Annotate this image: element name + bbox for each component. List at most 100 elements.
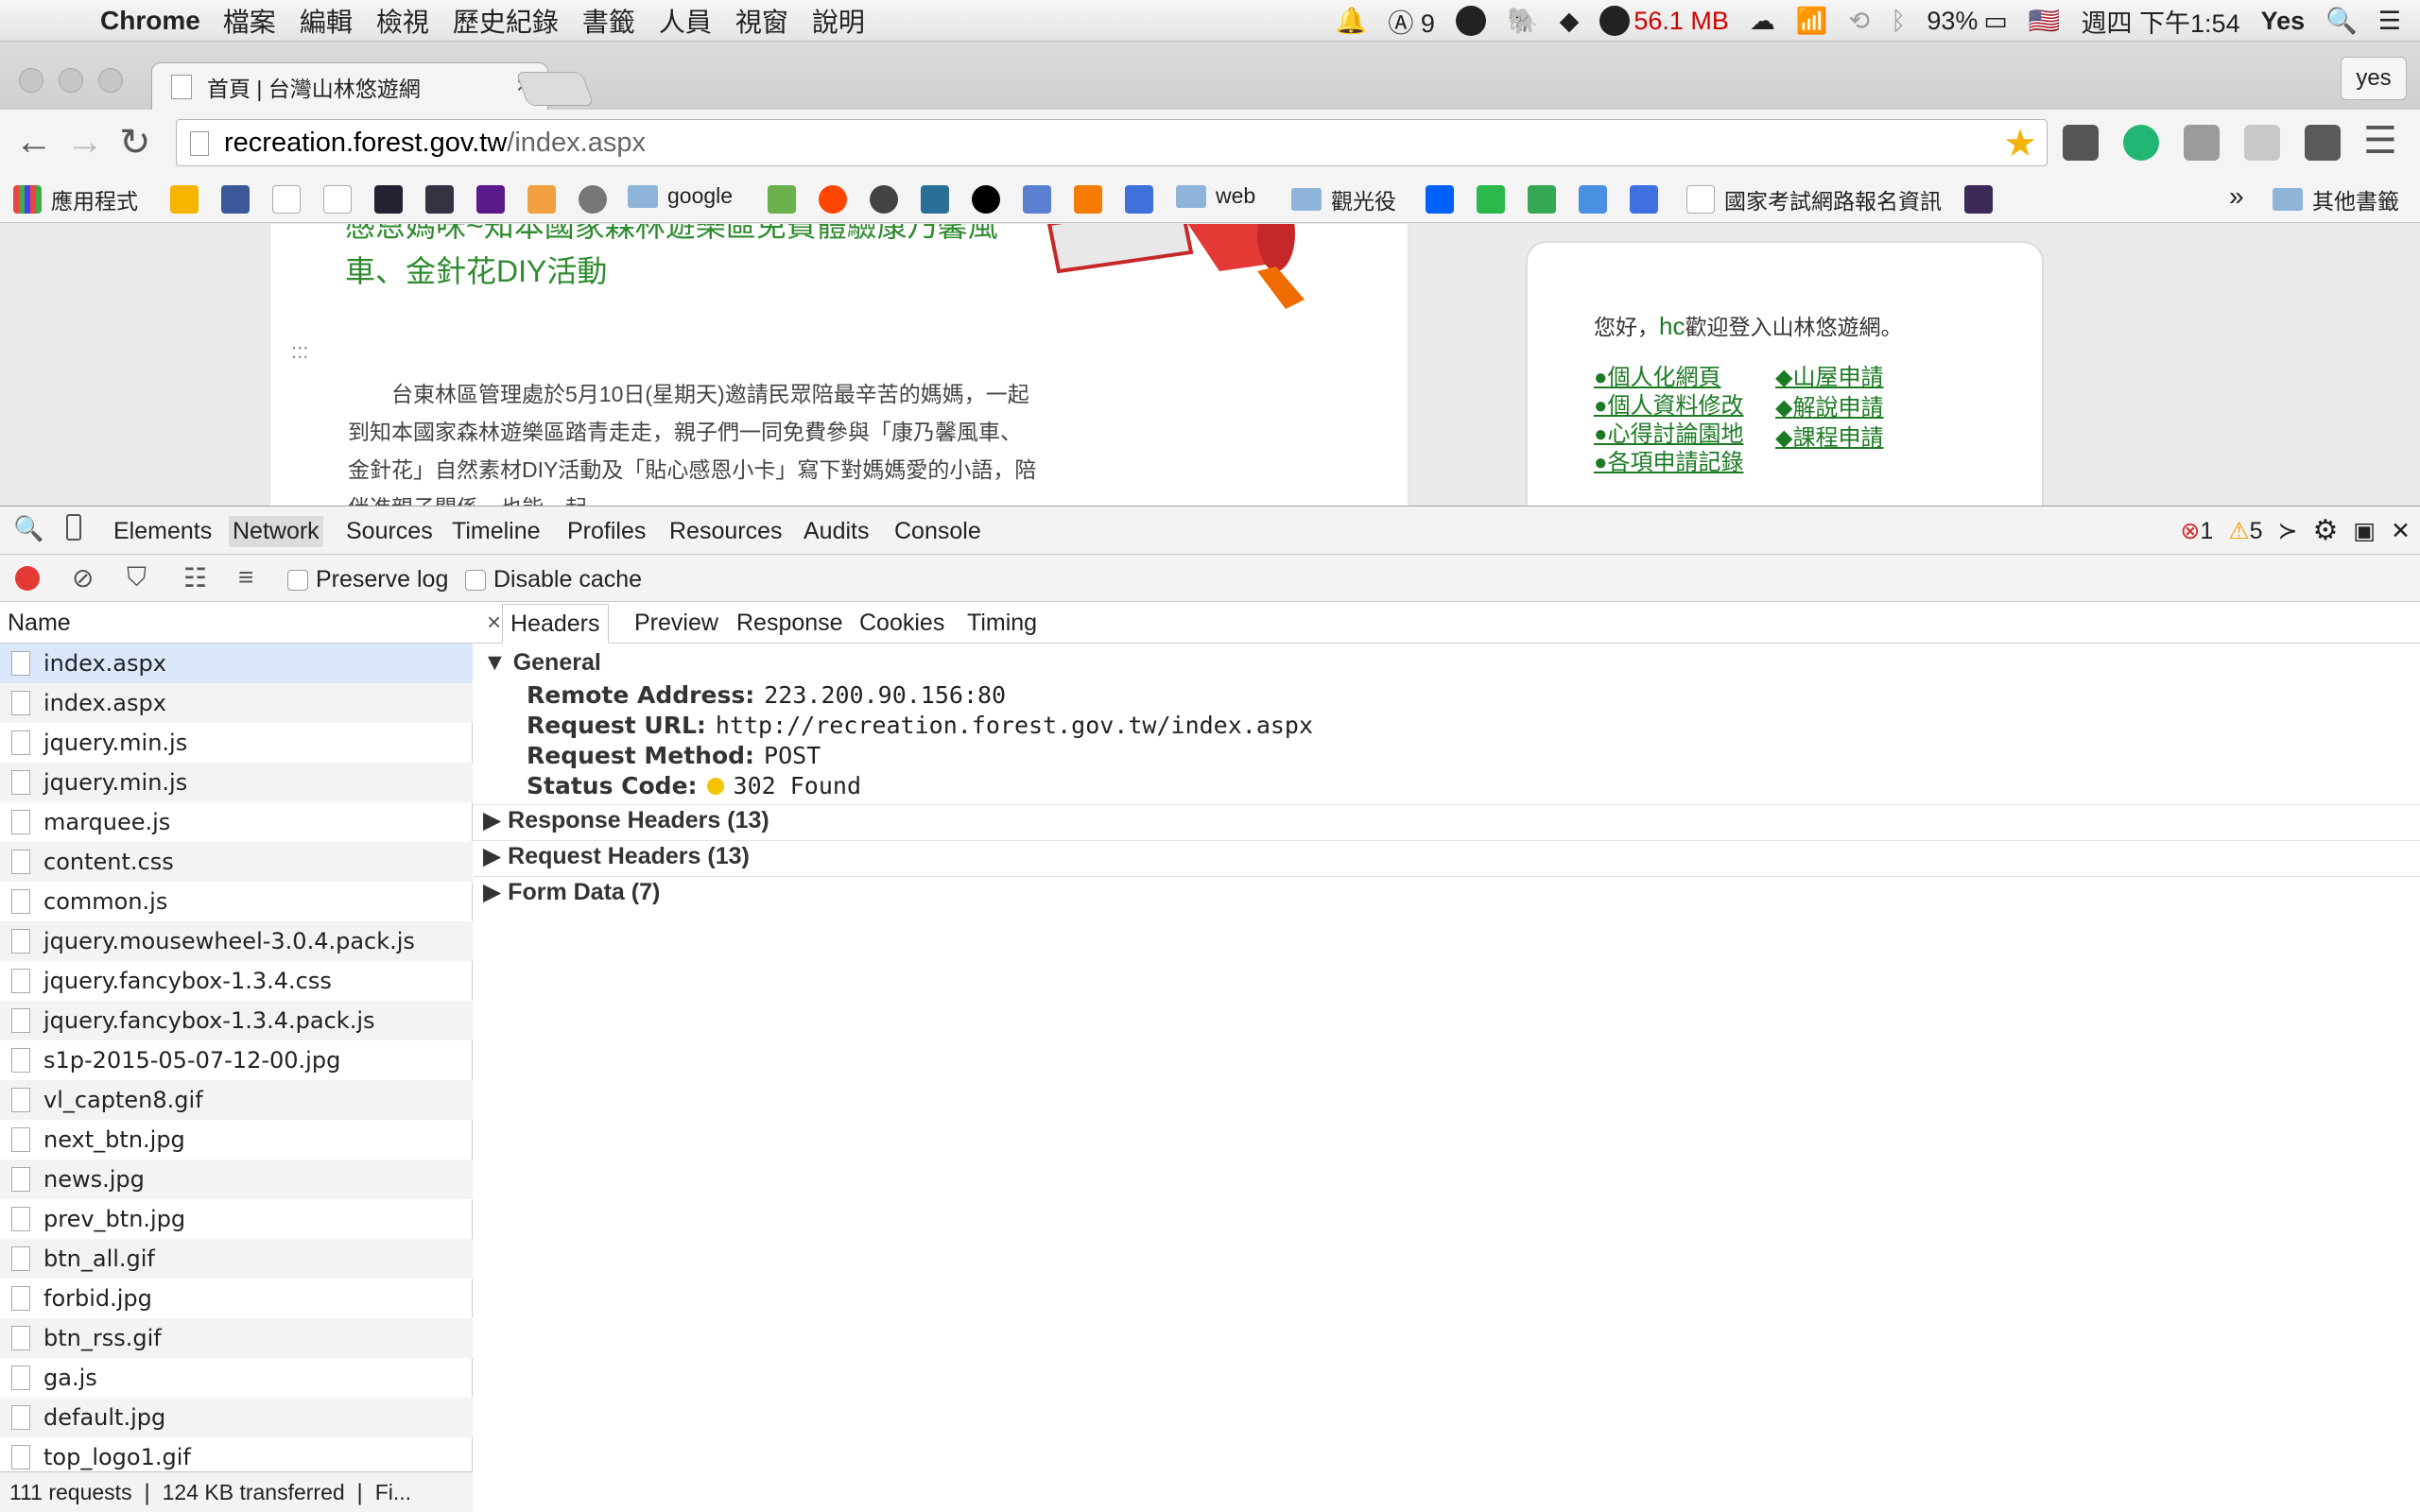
request-row[interactable]: index.aspx — [0, 644, 473, 683]
notification-center-icon[interactable]: ☰ — [2378, 7, 2401, 36]
menu-view[interactable]: 檢視 — [376, 2, 429, 40]
menu-window[interactable]: 視窗 — [735, 2, 788, 40]
clock[interactable]: 週四 下午1:54 — [2082, 3, 2240, 40]
request-row[interactable]: news.jpg — [0, 1160, 473, 1199]
facebook-icon[interactable] — [221, 185, 250, 214]
close-devtools-icon[interactable]: ✕ — [2391, 517, 2411, 545]
inspect-search-icon[interactable]: 🔍 — [13, 514, 43, 543]
tab-timeline[interactable]: Timeline — [448, 516, 544, 547]
bookmark-box-icon[interactable] — [170, 185, 199, 214]
request-row[interactable]: s1p-2015-05-07-12-00.jpg — [0, 1040, 473, 1080]
checkbox-box[interactable] — [465, 569, 486, 591]
memory-monitor-icon[interactable] — [1599, 6, 1631, 36]
menu-help[interactable]: 說明 — [812, 2, 865, 40]
warning-count[interactable]: ⚠5 — [2228, 517, 2262, 545]
preserve-log-checkbox[interactable]: Preserve log — [287, 566, 448, 593]
battery-icon[interactable]: ▭ — [1983, 7, 2008, 36]
zoom-window-button[interactable] — [98, 68, 123, 93]
settings-gear-icon[interactable]: ⚙ — [2313, 514, 2339, 547]
back-button[interactable]: ← — [15, 121, 53, 163]
app-circle-icon[interactable] — [1455, 6, 1486, 36]
feedly-icon[interactable] — [1477, 185, 1505, 214]
bookmark-star-icon[interactable]: ★ — [2003, 122, 2037, 165]
general-section-header[interactable]: ▼ General — [483, 649, 601, 677]
link-guide-application[interactable]: ◆解說申請 — [1775, 388, 1883, 421]
request-row[interactable]: forbid.jpg — [0, 1279, 473, 1318]
drawer-toggle-icon[interactable]: ≻ — [2278, 517, 2298, 545]
close-window-button[interactable] — [19, 68, 43, 93]
page-bookmark-icon[interactable] — [272, 185, 301, 214]
yahoo-icon[interactable] — [476, 185, 505, 214]
menu-edit[interactable]: 編輯 — [300, 2, 353, 40]
response-headers-section[interactable]: ▶ Response Headers (13) — [483, 806, 769, 834]
overview-icon[interactable]: ≡ — [238, 562, 253, 593]
bookmark-other[interactable]: 其他書籤 — [2273, 183, 2399, 215]
error-count[interactable]: ⊗1 — [2180, 517, 2213, 545]
evernote-extension-icon[interactable] — [2063, 125, 2099, 161]
grammarly-extension-icon[interactable] — [2123, 125, 2159, 161]
dropbox-icon[interactable]: ◆ — [1560, 7, 1580, 36]
menu-history[interactable]: 歷史紀錄 — [453, 2, 559, 40]
request-row[interactable]: default.jpg — [0, 1398, 473, 1437]
shield-extension-icon[interactable] — [2244, 125, 2280, 161]
request-row[interactable]: jquery.min.js — [0, 763, 473, 802]
forward-button[interactable]: → — [66, 121, 104, 163]
tab-resources[interactable]: Resources — [666, 516, 786, 547]
tab-sources[interactable]: Sources — [342, 516, 437, 547]
tab-profiles[interactable]: Profiles — [563, 516, 649, 547]
stats-icon[interactable] — [921, 185, 949, 214]
reddit-icon[interactable] — [819, 185, 847, 214]
tab-timing[interactable]: Timing — [967, 610, 1037, 637]
request-row[interactable]: content.css — [0, 842, 473, 882]
request-row[interactable]: ga.js — [0, 1358, 473, 1398]
az-icon[interactable] — [1125, 185, 1153, 214]
dock-side-icon[interactable]: ▣ — [2353, 517, 2376, 545]
wifi-icon[interactable]: 📶 — [1796, 6, 1828, 36]
yt-mp3-icon[interactable] — [1023, 185, 1051, 214]
tab-network[interactable]: Network — [229, 516, 323, 547]
disable-cache-checkbox[interactable]: Disable cache — [465, 566, 642, 593]
bookmark-web[interactable]: web — [1176, 183, 1255, 209]
frog-icon[interactable] — [768, 185, 796, 214]
record-icon[interactable] — [15, 566, 40, 591]
bluetooth-icon[interactable]: ᛒ — [1891, 7, 1906, 36]
menu-people[interactable]: 人員 — [659, 2, 712, 40]
github-icon[interactable] — [972, 185, 1000, 214]
spotlight-icon[interactable]: 🔍 — [2325, 6, 2358, 36]
request-row[interactable]: prev_btn.jpg — [0, 1199, 473, 1239]
face-icon[interactable] — [579, 185, 607, 214]
close-detail-icon[interactable]: × — [487, 608, 501, 637]
cloud-icon[interactable]: ☁ — [1750, 7, 1775, 36]
browser-tab[interactable]: 首頁 | 台灣山林悠遊網 × — [151, 62, 548, 110]
menu-bookmarks[interactable]: 書籤 — [582, 2, 635, 40]
bookmark-tourism[interactable]: 觀光役 — [1291, 183, 1396, 215]
image-bookmark-icon[interactable] — [425, 185, 454, 214]
minimize-window-button[interactable] — [59, 68, 83, 93]
cast-extension-icon[interactable] — [2184, 125, 2220, 161]
bookmark-apps[interactable]: 應用程式 — [13, 183, 138, 215]
tab-response[interactable]: Response — [736, 610, 843, 637]
link-course-application[interactable]: ◆課程申請 — [1775, 419, 1883, 452]
request-row[interactable]: index.aspx — [0, 683, 473, 723]
request-row[interactable]: btn_all.gif — [0, 1239, 473, 1279]
request-row[interactable]: jquery.min.js — [0, 723, 473, 763]
name-column-header[interactable]: Name — [0, 602, 473, 644]
tab-elements[interactable]: Elements — [110, 516, 216, 547]
user-name[interactable]: Yes — [2261, 7, 2306, 36]
link-cabin-application[interactable]: ◆山屋申請 — [1775, 358, 1883, 391]
request-headers-section[interactable]: ▶ Request Headers (13) — [483, 842, 750, 870]
request-row[interactable]: marquee.js — [0, 802, 473, 842]
menu-file[interactable]: 檔案 — [223, 2, 276, 40]
page-bookmark-icon[interactable] — [323, 185, 352, 214]
tab-preview[interactable]: Preview — [634, 610, 718, 637]
play-store-icon[interactable] — [1528, 185, 1556, 214]
tab-audits[interactable]: Audits — [800, 516, 873, 547]
request-row[interactable]: jquery.mousewheel-3.0.4.pack.js — [0, 921, 473, 961]
news-title-link[interactable]: 感恩媽咪~知本國家森林遊樂區免費體驗康乃馨風車、金針花DIY活動 — [345, 224, 1026, 294]
bookmark-google[interactable]: google — [628, 183, 733, 209]
new-tab-button[interactable] — [515, 72, 595, 106]
request-row[interactable]: jquery.fancybox-1.3.4.pack.js — [0, 1001, 473, 1040]
reload-button[interactable]: ↻ — [119, 121, 151, 164]
request-row[interactable]: vl_capten8.gif — [0, 1080, 473, 1120]
adobe-icon[interactable]: Ⓐ 9 — [1388, 3, 1435, 40]
